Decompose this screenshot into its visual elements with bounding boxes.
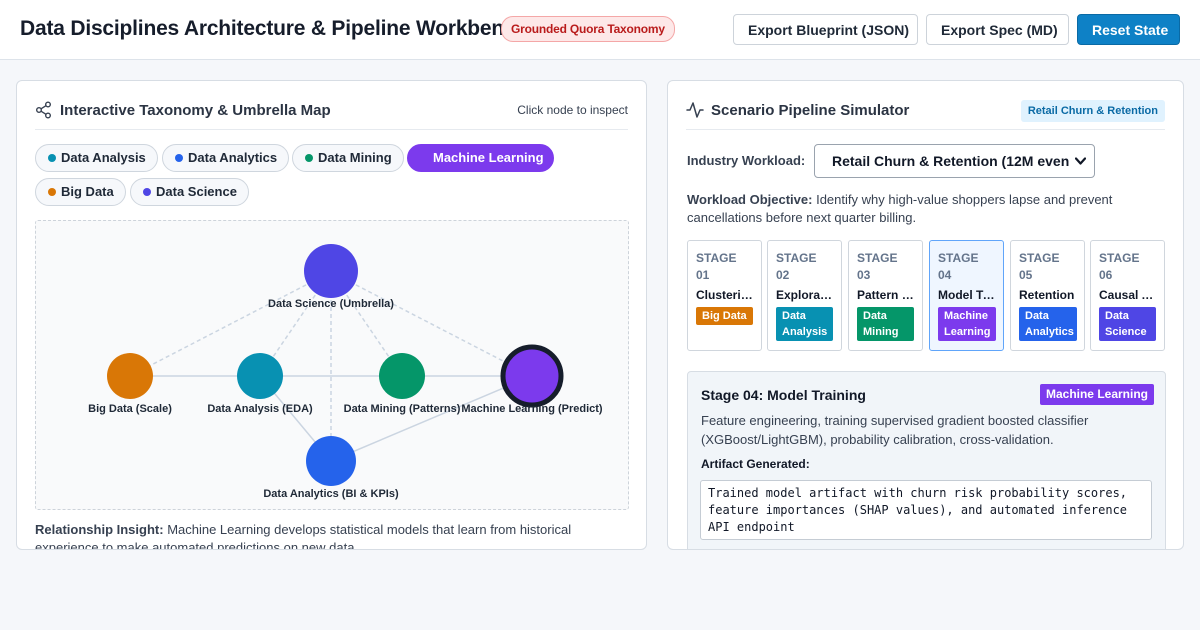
workload-objective: Workload Objective: Identify why high-va… <box>687 191 1157 227</box>
chip-label: Data Mining <box>318 150 392 165</box>
node-label-data-analytics: Data Analytics (BI & KPIs) <box>263 488 399 500</box>
taxonomy-graph: Data Science (Umbrella) Big Data (Scale)… <box>35 220 629 510</box>
reset-state-button[interactable]: Reset State <box>1077 14 1180 45</box>
stage-number: STAGE 06 <box>1099 251 1140 282</box>
stage-card-03[interactable]: STAGE 03 Pattern Mining Data Mining <box>848 240 923 351</box>
stage-name: Model Training <box>938 288 995 302</box>
taxonomy-panel: Interactive Taxonomy & Umbrella Map Clic… <box>16 80 647 550</box>
insight-label: Relationship Insight: <box>35 522 164 537</box>
node-label-data-analysis: Data Analysis (EDA) <box>207 403 313 415</box>
edge-ds-bd <box>129 271 332 377</box>
chip-label: Data Analysis <box>61 150 146 165</box>
workload-label: Industry Workload: <box>687 153 806 168</box>
node-label-data-mining: Data Mining (Patterns) <box>344 403 461 415</box>
stage-card-06[interactable]: STAGE 06 Causal Analysis Data Science <box>1090 240 1165 351</box>
chip-label: Machine Learning <box>433 150 544 165</box>
chip-label: Data Science <box>156 184 237 199</box>
taxonomy-hint: Click node to inspect <box>517 103 628 117</box>
chip-label: Data Analytics <box>188 150 278 165</box>
graph-node-data-analysis[interactable]: Data Analysis (EDA) <box>207 353 313 415</box>
chip-big-data[interactable]: Big Data <box>35 178 126 206</box>
edge-ds-ml <box>330 271 533 377</box>
stage-number: STAGE 05 <box>1019 251 1060 282</box>
stage-card-01[interactable]: STAGE 01 Clustering Big Data <box>687 240 762 351</box>
stage-discipline-tag: Data Science <box>1099 307 1156 341</box>
artifact-label: Artifact Generated: <box>701 457 810 471</box>
simulator-panel: Scenario Pipeline Simulator Retail Churn… <box>667 80 1184 550</box>
stage-name: Causal Analysis <box>1099 288 1156 302</box>
stage-discipline-tag: Machine Learning <box>938 307 996 341</box>
stage-number: STAGE 01 <box>696 251 737 282</box>
relationship-insight: Relationship Insight: Machine Learning d… <box>35 521 635 549</box>
stage-number: STAGE 04 <box>938 251 979 282</box>
stage-name: Retention <box>1019 288 1075 302</box>
data-science-dot-icon <box>143 188 151 196</box>
chip-label: Big Data <box>61 184 114 199</box>
node-label-machine-learning: Machine Learning (Predict) <box>461 403 603 415</box>
stage-discipline-tag: Data Analysis <box>776 307 834 341</box>
simulator-panel-header: Scenario Pipeline Simulator Retail Churn… <box>686 81 1165 130</box>
workload-select[interactable]: Retail Churn & Retention (12M even <box>814 144 1095 178</box>
stage-card-02[interactable]: STAGE 02 Exploration Data Analysis <box>767 240 842 351</box>
big-data-dot-icon <box>48 188 56 196</box>
stage-detail-description: Feature engineering, training supervised… <box>701 413 1089 447</box>
taxonomy-title: Interactive Taxonomy & Umbrella Map <box>60 102 331 119</box>
taxonomy-panel-header: Interactive Taxonomy & Umbrella Map Clic… <box>35 81 628 130</box>
chip-data-mining[interactable]: Data Mining <box>292 144 404 172</box>
objective-label: Workload Objective: <box>687 192 813 207</box>
chip-machine-learning[interactable]: Machine Learning <box>407 144 554 172</box>
stage-card-04[interactable]: STAGE 04 Model Training Machine Learning <box>929 240 1004 351</box>
scenario-badge: Retail Churn & Retention <box>1020 100 1165 122</box>
chip-data-analytics[interactable]: Data Analytics <box>162 144 290 172</box>
chip-data-science[interactable]: Data Science <box>130 178 249 206</box>
artifact-output-box[interactable]: Trained model artifact with churn risk p… <box>700 480 1152 540</box>
taxonomy-graph-canvas: Data Science (Umbrella) Big Data (Scale)… <box>88 244 603 500</box>
chevron-down-icon <box>1075 157 1086 165</box>
node-label-data-science: Data Science (Umbrella) <box>268 298 394 310</box>
graph-node-data-mining[interactable]: Data Mining (Patterns) <box>344 353 461 415</box>
data-analytics-dot-icon <box>175 154 183 162</box>
workload-selected-value: Retail Churn & Retention (12M even <box>832 153 1070 169</box>
stage-number: STAGE 02 <box>776 251 817 282</box>
app-title: Data Disciplines Architecture & Pipeline… <box>20 17 529 40</box>
stage-name: Clustering <box>696 288 753 302</box>
export-blueprint-json-button[interactable]: Export Blueprint (JSON) <box>733 14 918 45</box>
node-label-big-data: Big Data (Scale) <box>88 403 172 415</box>
stage-card-05[interactable]: STAGE 05 Retention Data Analytics <box>1010 240 1085 351</box>
export-spec-md-button[interactable]: Export Spec (MD) <box>926 14 1069 45</box>
stage-detail-badge: Machine Learning <box>1039 384 1154 405</box>
share-nodes-icon <box>36 101 51 119</box>
stage-detail-title: Stage 04: Model Training <box>701 387 866 403</box>
chip-data-analysis[interactable]: Data Analysis <box>35 144 158 172</box>
graph-node-machine-learning[interactable]: Machine Learning (Predict) <box>461 344 603 415</box>
graph-node-big-data[interactable]: Big Data (Scale) <box>88 353 172 415</box>
graph-node-data-science[interactable]: Data Science (Umbrella) <box>268 244 394 310</box>
simulator-title: Scenario Pipeline Simulator <box>711 102 910 119</box>
stage-number: STAGE 03 <box>857 251 898 282</box>
stage-name: Exploration <box>776 288 833 302</box>
stage-discipline-tag: Big Data <box>696 307 753 325</box>
taxonomy-source-badge: Grounded Quora Taxonomy <box>501 16 675 42</box>
edge-ml-dan <box>330 375 533 462</box>
activity-icon <box>686 102 704 118</box>
data-analysis-dot-icon <box>48 154 56 162</box>
graph-node-data-analytics[interactable]: Data Analytics (BI & KPIs) <box>263 436 399 500</box>
data-mining-dot-icon <box>305 154 313 162</box>
stage-detail-card: Stage 04: Model Training Machine Learnin… <box>687 371 1166 549</box>
app-header: Data Disciplines Architecture & Pipeline… <box>0 0 1200 60</box>
stage-name: Pattern Mining <box>857 288 914 302</box>
stage-discipline-tag: Data Mining <box>857 307 914 341</box>
stage-discipline-tag: Data Analytics <box>1019 307 1077 341</box>
